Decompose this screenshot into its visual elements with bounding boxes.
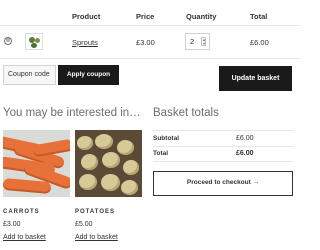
header-divider (0, 25, 300, 26)
item-total: £6.00 (250, 38, 269, 47)
header-quantity: Quantity (186, 12, 217, 21)
coupon-code-input[interactable]: Coupon code (3, 65, 56, 85)
row-divider (0, 58, 300, 59)
proceed-to-checkout-button[interactable]: Proceed to checkout → (153, 171, 293, 196)
carrots-image[interactable] (3, 130, 70, 197)
product-link-sprouts[interactable]: Sprouts (72, 38, 98, 47)
add-to-basket-potatoes[interactable]: Add to basket (75, 234, 142, 241)
basket-totals-title: Basket totals (153, 107, 219, 119)
product-card-carrots: CARROTS £3.00 Add to basket (3, 130, 70, 241)
cross-sells-title: You may be interested in… (3, 107, 141, 119)
subtotal-label: Subtotal (153, 135, 179, 142)
quantity-spinner-icon[interactable]: ▲ ▼ (201, 37, 206, 46)
totals-divider-mid (153, 146, 293, 147)
apply-coupon-button[interactable]: Apply coupon (58, 65, 119, 85)
sprouts-thumbnail[interactable] (25, 33, 43, 50)
item-price: £3.00 (136, 38, 155, 47)
product-name-potatoes: POTATOES (75, 209, 116, 215)
add-to-basket-carrots[interactable]: Add to basket (3, 234, 70, 241)
subtotal-value: £6.00 (236, 135, 254, 142)
header-total: Total (250, 12, 268, 21)
quantity-value: 2 (190, 37, 195, 46)
total-value: £6.00 (236, 150, 254, 157)
header-price: Price (136, 12, 155, 21)
product-name-carrots: CARROTS (3, 209, 40, 215)
header-product: Product (72, 12, 101, 21)
potatoes-image[interactable] (75, 130, 142, 197)
product-price-potatoes: £5.00 (75, 221, 93, 228)
remove-item-icon[interactable]: ⊗ (4, 37, 12, 45)
total-label: Total (153, 150, 169, 157)
quantity-input[interactable]: 2 ▲ ▼ (185, 33, 210, 50)
product-card-potatoes: POTATOES £5.00 Add to basket (75, 130, 142, 241)
totals-divider-top (153, 130, 293, 131)
update-basket-button[interactable]: Update basket (219, 66, 292, 91)
product-price-carrots: £3.00 (3, 221, 21, 228)
totals-divider-bottom (153, 161, 293, 162)
